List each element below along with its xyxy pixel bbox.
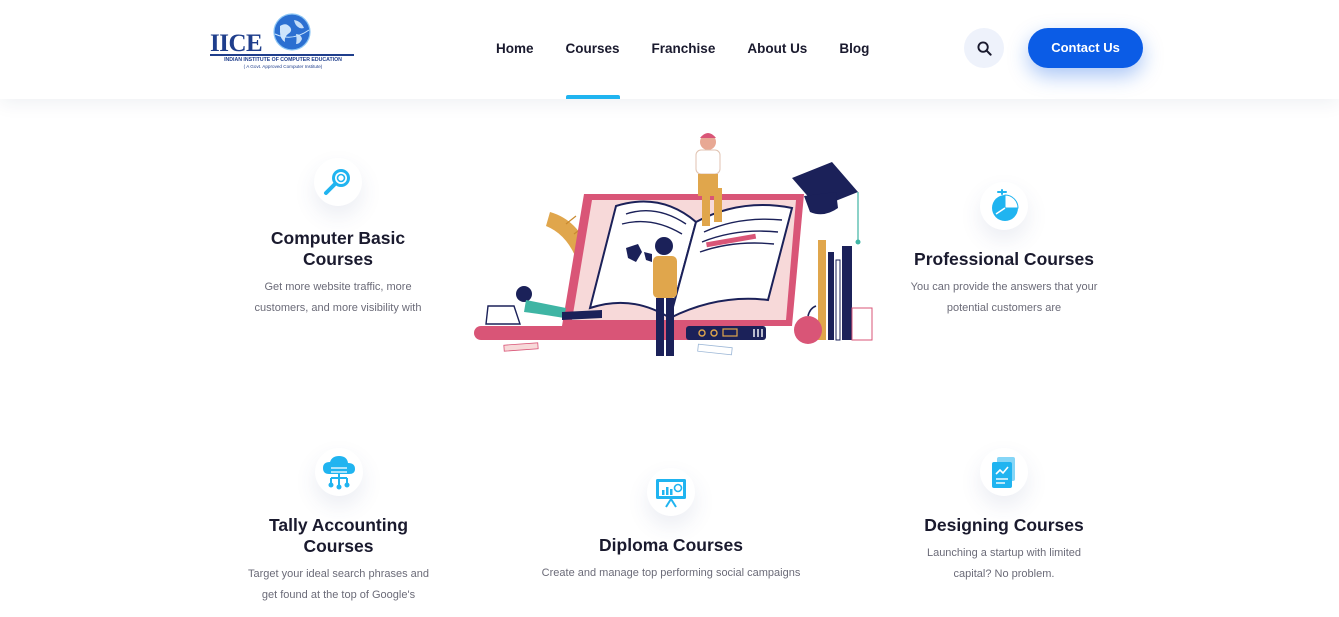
nav-franchise[interactable]: Franchise	[652, 0, 716, 99]
feature-desc-line2: capital? No problem.	[953, 568, 1055, 580]
feature-icon-wrap	[314, 448, 363, 496]
feature-icon-wrap	[647, 468, 695, 516]
feature-icon-wrap	[980, 448, 1028, 496]
feature-title-line2: Courses	[303, 536, 374, 556]
feature-title: Computer Basic Courses	[238, 228, 438, 270]
main-nav: Home Courses Franchise About Us Blog	[496, 0, 901, 99]
site-header: IICE INDIAN INSTITUTE OF COMPUTER EDUCAT…	[0, 0, 1339, 99]
feature-card-diploma[interactable]: Diploma Courses Create and manage top pe…	[528, 468, 814, 588]
logo-tagline: ( A Govt. Approved Computer Institute)	[243, 64, 323, 69]
feature-desc-line1: Target your ideal search phrases and	[248, 568, 429, 580]
education-illustration	[474, 133, 873, 356]
nav-home[interactable]: Home	[496, 0, 534, 99]
presentation-board-icon	[656, 479, 686, 508]
feature-card-designing[interactable]: Designing Courses Launching a startup wi…	[898, 448, 1110, 588]
document-chart-icon	[992, 457, 1015, 488]
feature-title: Diploma Courses	[599, 535, 743, 555]
magnifier-icon	[324, 169, 350, 195]
feature-icon-wrap	[314, 158, 362, 206]
feature-icon-wrap	[980, 182, 1028, 230]
feature-title: Tally Accounting Courses	[228, 515, 449, 557]
search-icon	[976, 40, 992, 56]
nav-blog[interactable]: Blog	[839, 0, 869, 99]
nav-about-us[interactable]: About Us	[747, 0, 807, 99]
feature-desc-line2: get found at the top of Google's	[261, 589, 416, 601]
feature-title-line1: Computer Basic	[270, 228, 406, 248]
feature-title: Designing Courses	[924, 515, 1084, 535]
feature-desc-line2: potential customers are	[946, 302, 1062, 314]
contact-us-button[interactable]: Contact Us	[1028, 28, 1143, 68]
feature-card-professional[interactable]: Professional Courses You can provide the…	[898, 182, 1110, 332]
feature-description: Launching a startup with limited capital…	[898, 543, 1110, 585]
feature-card-computer-basic[interactable]: Computer Basic Courses Get more website …	[238, 158, 438, 328]
feature-desc-line2: customers, and more visibility with	[254, 302, 422, 314]
feature-title-line2: Courses	[302, 249, 374, 269]
feature-desc-line1: You can provide the answers that your	[910, 281, 1098, 293]
feature-desc-line1: Launching a startup with limited	[926, 547, 1082, 559]
feature-description: Target your ideal search phrases and get…	[228, 564, 449, 606]
feature-title: Professional Courses	[914, 249, 1094, 269]
logo-subtitle: INDIAN INSTITUTE OF COMPUTER EDUCATION	[224, 57, 342, 63]
feature-description: Get more website traffic, more customers…	[238, 277, 438, 319]
cloud-network-icon	[322, 456, 355, 490]
feature-title-line1: Tally Accounting	[268, 515, 409, 535]
nav-courses[interactable]: Courses	[565, 0, 620, 99]
brand-logo[interactable]: IICE INDIAN INSTITUTE OF COMPUTER EDUCAT…	[209, 12, 356, 70]
logo-divider	[210, 54, 354, 56]
feature-description: Create and manage top performing social …	[541, 567, 801, 579]
globe-icon	[273, 13, 311, 51]
search-button[interactable]	[964, 28, 1004, 68]
feature-card-tally-accounting[interactable]: Tally Accounting Courses Target your ide…	[228, 448, 449, 613]
pie-chart-icon	[992, 189, 1019, 221]
feature-desc-line1: Get more website traffic, more	[264, 281, 412, 293]
feature-description: You can provide the answers that your po…	[898, 277, 1110, 319]
